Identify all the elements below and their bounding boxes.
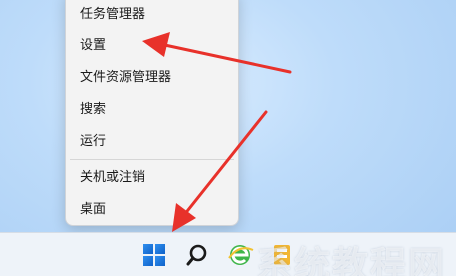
watermark: 系统教程网 xyxy=(256,245,447,276)
menu-item-search[interactable]: 搜索 xyxy=(66,95,238,125)
menu-divider xyxy=(70,159,234,160)
taskbar-search-button[interactable] xyxy=(181,239,213,271)
browser-icon xyxy=(228,245,254,265)
desktop: 任务管理器 设置 文件资源管理器 搜索 运行 关机或注销 桌面 系统教程网 xyxy=(0,0,456,276)
menu-item-desktop[interactable]: 桌面 xyxy=(66,195,238,225)
menu-item-task-manager[interactable]: 任务管理器 xyxy=(66,0,238,30)
menu-item-run[interactable]: 运行 xyxy=(66,127,238,157)
start-context-menu: 任务管理器 设置 文件资源管理器 搜索 运行 关机或注销 桌面 xyxy=(65,0,239,226)
search-icon xyxy=(186,244,207,266)
windows-start-icon xyxy=(143,244,165,266)
menu-item-shutdown-signout[interactable]: 关机或注销 xyxy=(66,163,238,193)
menu-item-file-explorer[interactable]: 文件资源管理器 xyxy=(66,63,238,93)
menu-item-settings[interactable]: 设置 xyxy=(66,31,238,61)
start-button[interactable] xyxy=(138,239,170,271)
taskbar-browser-button[interactable] xyxy=(224,239,256,271)
